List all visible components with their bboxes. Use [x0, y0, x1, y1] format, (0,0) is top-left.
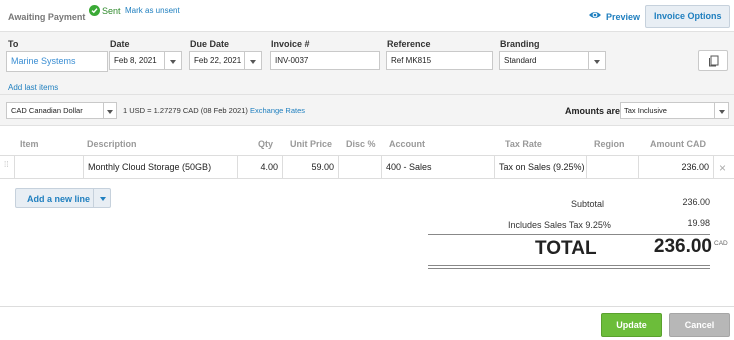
col-header-tax-rate: Tax Rate — [505, 139, 542, 149]
add-new-line-button[interactable]: Add a new line — [15, 188, 111, 208]
reference-input[interactable]: Ref MK815 — [386, 51, 493, 70]
totals-double-rule-bottom — [428, 268, 710, 269]
mark-as-unsent-link[interactable]: Mark as unsent — [125, 6, 180, 15]
status-bar: Awaiting Payment Sent Mark as unsent Pre… — [0, 0, 734, 42]
amounts-are-dropdown-button[interactable] — [715, 102, 729, 119]
footer-bar: Update Cancel — [0, 306, 734, 340]
col-header-amount: Amount CAD — [650, 139, 706, 149]
total-label: TOTAL — [535, 238, 597, 259]
branding-dropdown-button[interactable] — [589, 51, 606, 70]
invoice-header: To Marine Systems Date Feb 8, 2021 Due D… — [0, 31, 734, 94]
col-header-description: Description — [87, 139, 137, 149]
sales-tax-label: Includes Sales Tax 9.25% — [508, 220, 611, 230]
button-divider — [93, 189, 94, 207]
invoice-number-input[interactable]: INV-0037 — [270, 51, 380, 70]
currency-row: CAD Canadian Dollar 1 USD = 1.27279 CAD … — [0, 94, 734, 126]
add-new-line-label: Add a new line — [27, 194, 91, 204]
branding-label: Branding — [500, 39, 540, 49]
col-header-unit-price: Unit Price — [290, 139, 333, 149]
subtotal-value: 236.00 — [682, 197, 710, 207]
total-value: 236.00 — [653, 236, 712, 257]
exchange-rate-info: 1 USD = 1.27279 CAD (08 Feb 2021) Exchan… — [123, 106, 305, 115]
cell-account[interactable]: 400 - Sales — [381, 156, 494, 178]
reference-label: Reference — [387, 39, 431, 49]
table-row: ⁞⁞ Monthly Cloud Storage (50GB) 4.00 59.… — [0, 155, 734, 179]
cell-description[interactable]: Monthly Cloud Storage (50GB) — [83, 156, 237, 178]
preview-button[interactable]: Preview — [606, 12, 640, 22]
check-circle-icon — [89, 5, 100, 16]
to-label: To — [8, 39, 19, 49]
sales-tax-value: 19.98 — [687, 218, 710, 228]
due-date-label: Due Date — [190, 39, 230, 49]
chevron-down-icon[interactable] — [100, 197, 106, 201]
totals-divider — [428, 234, 710, 235]
update-button[interactable]: Update — [601, 313, 662, 337]
cell-item[interactable] — [14, 156, 83, 178]
invoice-options-label: Invoice Options — [654, 11, 722, 21]
invoice-status: Awaiting Payment — [8, 12, 86, 22]
cell-qty[interactable]: 4.00 — [237, 156, 282, 178]
branding-select[interactable]: Standard — [499, 51, 589, 70]
subtotal-label: Subtotal — [571, 199, 605, 209]
cell-tax-rate[interactable]: Tax on Sales (9.25%) — [494, 156, 586, 178]
total-currency: CAD — [714, 240, 728, 247]
cancel-button[interactable]: Cancel — [669, 313, 730, 337]
currency-select[interactable]: CAD Canadian Dollar — [6, 102, 104, 119]
col-header-item: Item — [20, 139, 39, 149]
sent-status: Sent — [102, 6, 121, 16]
copy-invoice-button[interactable] — [698, 50, 728, 71]
drag-handle-icon[interactable]: ⁞⁞ — [4, 161, 8, 169]
date-input[interactable]: Feb 8, 2021 — [109, 51, 165, 70]
cell-disc[interactable] — [338, 156, 381, 178]
totals-double-rule-top — [428, 265, 710, 266]
cell-region[interactable] — [586, 156, 638, 178]
exchange-rate-text: 1 USD = 1.27279 CAD (08 Feb 2021) — [123, 106, 248, 115]
amounts-are-select[interactable]: Tax Inclusive — [620, 102, 715, 119]
col-header-disc: Disc % — [346, 139, 376, 149]
exchange-rates-link[interactable]: Exchange Rates — [250, 106, 305, 115]
invoice-options-button[interactable]: Invoice Options▾ — [645, 5, 730, 42]
date-label: Date — [110, 39, 130, 49]
add-last-items-link[interactable]: Add last items — [8, 83, 58, 92]
cell-unit-price[interactable]: 59.00 — [282, 156, 338, 178]
to-contact-input[interactable]: Marine Systems — [6, 51, 108, 72]
currency-dropdown-button[interactable] — [104, 102, 117, 119]
date-picker-button[interactable] — [165, 51, 182, 70]
col-header-region: Region — [594, 139, 625, 149]
invoice-number-label: Invoice # — [271, 39, 310, 49]
amounts-are-label: Amounts are — [565, 106, 621, 116]
cell-amount[interactable]: 236.00 — [638, 156, 714, 178]
col-header-qty: Qty — [258, 139, 274, 149]
close-icon[interactable]: × — [719, 161, 726, 175]
col-header-account: Account — [389, 139, 425, 149]
eye-icon[interactable] — [588, 10, 602, 22]
due-date-picker-button[interactable] — [245, 51, 262, 70]
due-date-input[interactable]: Feb 22, 2021 — [189, 51, 245, 70]
